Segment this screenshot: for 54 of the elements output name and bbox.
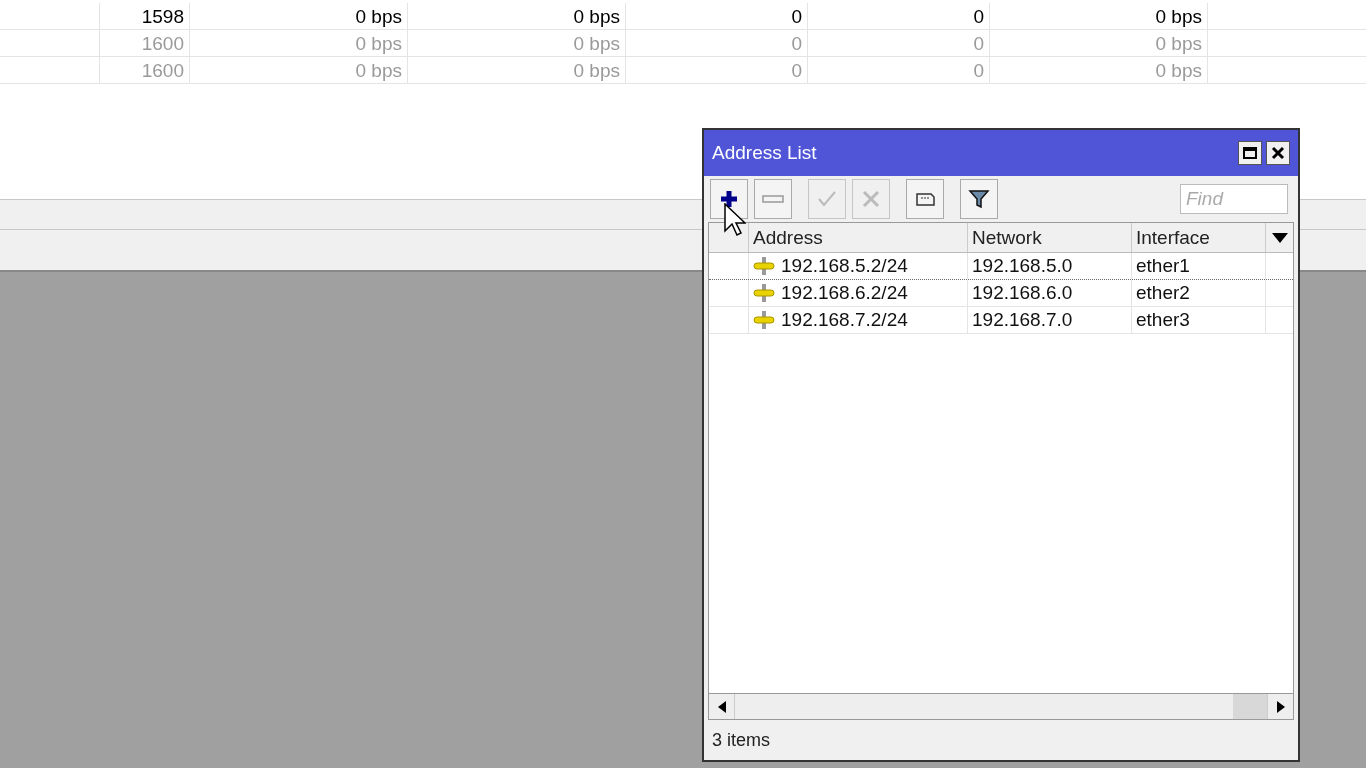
table-cell: 0 bps [190, 57, 408, 83]
column-header[interactable]: Address [749, 223, 968, 252]
table-row[interactable]: 192.168.6.2/24 192.168.6.0 ether2 [709, 280, 1293, 307]
close-button[interactable] [1266, 141, 1290, 165]
table-cell-text: 192.168.6.2/24 [781, 280, 908, 305]
table-cell: 0 [808, 3, 990, 29]
table-cell-text: ether2 [1136, 280, 1190, 305]
table-cell: 1600 [100, 30, 190, 56]
address-icon [753, 310, 775, 330]
table-cell: 0 bps [990, 30, 1208, 56]
table-cell: 0 bps [190, 30, 408, 56]
table-cell-text: 192.168.7.0 [972, 307, 1073, 332]
filter-icon [968, 188, 990, 210]
dropdown-icon [1271, 232, 1288, 243]
filter-button[interactable] [960, 179, 998, 219]
table-cell-text: 192.168.6.0 [972, 280, 1073, 305]
table-cell: 0 bps [408, 3, 626, 29]
find-field[interactable]: Find [1180, 184, 1288, 214]
add-button[interactable] [710, 179, 748, 219]
table-cell: 0 [626, 57, 808, 83]
table-row[interactable]: 192.168.5.2/24 192.168.5.0 ether1 [709, 253, 1293, 280]
table-cell: 0 [626, 3, 808, 29]
maximize-button[interactable] [1238, 141, 1262, 165]
cross-icon [860, 188, 882, 210]
table-cell-text: ether1 [1136, 253, 1190, 278]
right-arrow-icon [1275, 700, 1286, 713]
table-cell-text: 192.168.7.2/24 [781, 307, 908, 332]
add-icon [718, 188, 740, 210]
column-header[interactable]: Interface [1132, 223, 1266, 252]
table-cell: 0 [626, 30, 808, 56]
comment-button[interactable] [906, 179, 944, 219]
window-title: Address List [712, 140, 818, 165]
table-cell: 0 bps [190, 3, 408, 29]
left-arrow-icon [716, 700, 727, 713]
minus-icon [762, 195, 784, 203]
table-cell: 1600 [100, 57, 190, 83]
address-icon [753, 283, 775, 303]
table-cell: 1598 [100, 3, 190, 29]
table-cell-text: 192.168.5.0 [972, 253, 1073, 278]
table-row[interactable]: 192.168.7.2/24 192.168.7.0 ether3 [709, 307, 1293, 334]
table-cell: 0 bps [408, 57, 626, 83]
close-icon [1271, 146, 1285, 160]
item-count: 3 items [712, 728, 771, 752]
address-icon [753, 256, 775, 276]
table-cell: 0 [808, 57, 990, 83]
table-cell-text: ether3 [1136, 307, 1190, 332]
column-header[interactable]: Network [968, 223, 1132, 252]
scrollbar-thumb[interactable] [1233, 694, 1267, 719]
table-cell: 0 bps [990, 3, 1208, 29]
maximize-icon [1243, 147, 1257, 159]
table-cell: 0 bps [408, 30, 626, 56]
table-cell-text: 192.168.5.2/24 [781, 253, 908, 278]
table-cell: 0 bps [990, 57, 1208, 83]
table-cell: 0 [808, 30, 990, 56]
